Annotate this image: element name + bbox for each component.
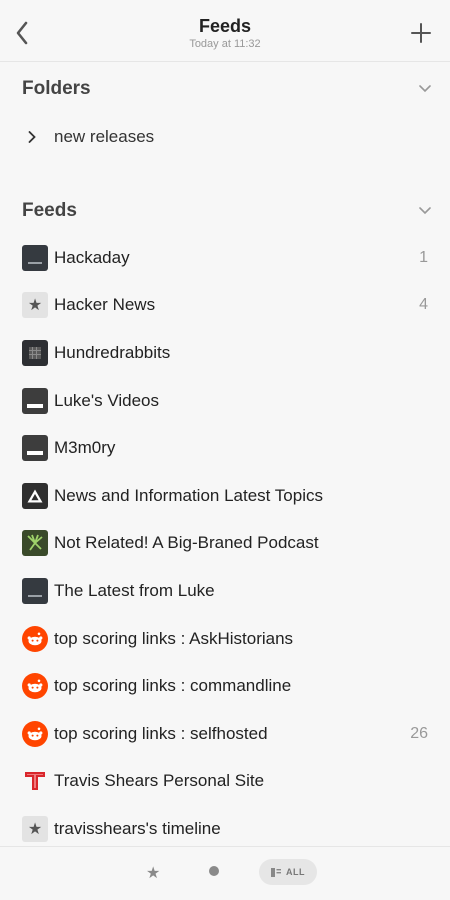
all-filter-button[interactable]: ALL <box>259 859 317 885</box>
all-filter-label: ALL <box>286 867 305 877</box>
chevron-right-icon <box>28 130 42 144</box>
folder-label: new releases <box>54 127 155 146</box>
feed-item-not-related-podcast[interactable]: Not Related! A Big-Braned Podcast <box>0 520 450 568</box>
header-titles: Feeds Today at 11:32 <box>0 16 450 50</box>
dark-square-icon <box>22 577 48 604</box>
feed-item-hundredrabbits[interactable]: Hundredrabbits <box>0 329 450 377</box>
unread-count: 26 <box>410 724 428 742</box>
feed-label: Hackaday <box>54 247 130 267</box>
feed-item-latest-from-luke[interactable]: The Latest from Luke <box>0 567 450 615</box>
chevron-down-icon <box>418 82 432 96</box>
feed-label: News and Information Latest Topics <box>54 485 323 505</box>
feed-item-commandline[interactable]: top scoring links : commandline <box>0 662 450 710</box>
filter-bar: ★ ALL <box>0 846 450 900</box>
feed-item-lukes-videos[interactable]: Luke's Videos <box>0 377 450 425</box>
feed-label: top scoring links : AskHistorians <box>54 628 294 648</box>
unread-count: 4 <box>419 296 428 314</box>
feed-item-m3m0ry[interactable]: M3m0ry <box>0 424 450 472</box>
feed-item-news-and-information[interactable]: News and Information Latest Topics <box>0 472 450 520</box>
feed-label: Hundredrabbits <box>54 342 171 362</box>
dark-square-icon <box>22 244 48 271</box>
unread-count: 1 <box>419 248 428 266</box>
triangle-logo-icon <box>22 482 48 509</box>
unread-filter-button[interactable] <box>209 866 219 876</box>
feed-label: The Latest from Luke <box>54 580 215 600</box>
feed-item-travis-shears-site[interactable]: Travis Shears Personal Site <box>0 758 450 806</box>
nav-header: Feeds Today at 11:32 <box>0 0 450 62</box>
folders-title: Folders <box>22 78 91 99</box>
feed-label: travisshears's timeline <box>54 818 221 838</box>
add-feed-button[interactable] <box>408 20 434 46</box>
podcast-icon <box>22 530 48 557</box>
feed-label: M3m0ry <box>54 438 116 458</box>
list-icon <box>271 867 281 877</box>
feed-list: Hackaday 1 ★ Hacker News 4 Hundredrabbit… <box>0 234 450 853</box>
star-icon: ★ <box>22 815 48 842</box>
feed-item-hacker-news[interactable]: ★ Hacker News 4 <box>0 282 450 330</box>
grid-icon <box>22 339 48 366</box>
feed-label: top scoring links : commandline <box>54 676 292 696</box>
starred-filter-button[interactable]: ★ <box>146 863 160 883</box>
video-icon <box>22 435 48 462</box>
video-icon <box>22 387 48 414</box>
feed-label: Hacker News <box>54 295 156 315</box>
feed-label: Not Related! A Big-Braned Podcast <box>54 533 319 553</box>
feed-label: top scoring links : selfhosted <box>54 723 268 743</box>
reddit-icon <box>22 720 48 747</box>
chevron-down-icon <box>418 204 432 218</box>
feed-item-askhistorians[interactable]: top scoring links : AskHistorians <box>0 615 450 663</box>
page-title: Feeds <box>198 16 252 36</box>
reddit-icon <box>22 625 48 652</box>
folders-section-header[interactable]: Folders <box>22 74 432 104</box>
feed-item-selfhosted[interactable]: top scoring links : selfhosted 26 <box>0 710 450 758</box>
t-logo-icon <box>22 768 48 794</box>
folder-item-new-releases[interactable]: new releases <box>22 122 154 152</box>
last-updated: Today at 11:32 <box>189 38 261 50</box>
feed-label: Travis Shears Personal Site <box>54 771 265 791</box>
feeds-title: Feeds <box>22 200 77 221</box>
feed-label: Luke's Videos <box>54 390 160 410</box>
feed-item-hackaday[interactable]: Hackaday 1 <box>0 234 450 282</box>
reddit-icon <box>22 673 48 700</box>
star-icon: ★ <box>22 292 48 319</box>
feeds-section-header[interactable]: Feeds <box>22 196 432 226</box>
plus-icon <box>411 23 431 43</box>
